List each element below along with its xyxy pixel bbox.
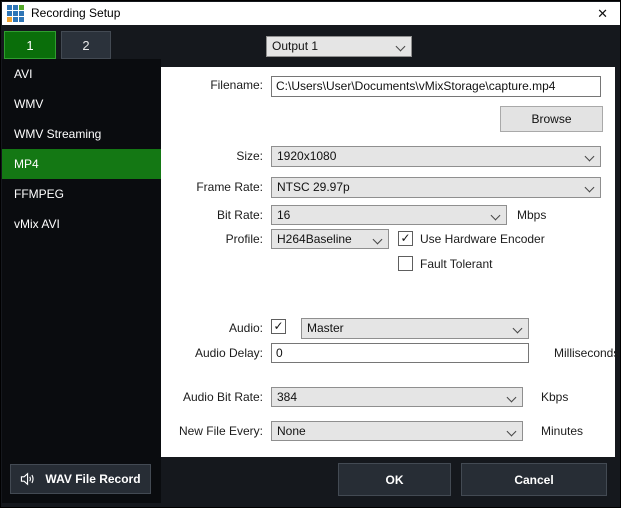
- sidebar-item-wmv[interactable]: WMV: [2, 89, 161, 119]
- frame-rate-select-value: NTSC 29.97p: [277, 180, 350, 194]
- filename-input[interactable]: C:\Users\User\Documents\vMixStorage\capt…: [271, 76, 601, 97]
- audio-bit-rate-unit: Kbps: [541, 390, 568, 404]
- profile-select[interactable]: H264Baseline: [271, 229, 389, 249]
- profile-select-value: H264Baseline: [277, 232, 352, 246]
- audio-checkbox[interactable]: ✓: [271, 319, 286, 334]
- title-bar: Recording Setup ✕: [2, 2, 621, 25]
- format-sidebar: AVIWMVWMV StreamingMP4FFMPEGvMix AVI: [2, 59, 161, 503]
- sidebar-item-wmv-streaming[interactable]: WMV Streaming: [2, 119, 161, 149]
- size-select[interactable]: 1920x1080: [271, 146, 601, 167]
- audio-bit-rate-select[interactable]: 384: [271, 387, 523, 407]
- output-select[interactable]: Output 1: [266, 36, 412, 57]
- vmix-logo-icon: [7, 5, 24, 22]
- audio-bit-rate-label: Audio Bit Rate:: [161, 390, 263, 404]
- use-hardware-encoder-checkbox[interactable]: ✓: [398, 231, 413, 246]
- audio-label: Audio:: [161, 321, 263, 335]
- new-file-every-label: New File Every:: [161, 424, 263, 438]
- chevron-down-icon: [491, 211, 501, 221]
- size-select-value: 1920x1080: [277, 149, 336, 163]
- output-select-value: Output 1: [272, 39, 318, 53]
- close-icon[interactable]: ✕: [597, 5, 608, 22]
- audio-delay-input[interactable]: 0: [271, 343, 529, 363]
- sidebar-item-avi[interactable]: AVI: [2, 59, 161, 89]
- recording-setup-dialog: Recording Setup ✕ 1 2 Output 1 AVIWMVWMV…: [0, 0, 621, 508]
- chevron-down-icon: [373, 235, 383, 245]
- chevron-down-icon: [396, 42, 406, 52]
- new-file-every-select-value: None: [277, 424, 306, 438]
- frame-rate-select[interactable]: NTSC 29.97p: [271, 177, 601, 198]
- tab-output-2[interactable]: 2: [61, 31, 111, 59]
- size-label: Size:: [161, 149, 263, 163]
- speaker-icon: [20, 472, 36, 486]
- new-file-every-select[interactable]: None: [271, 421, 523, 441]
- fault-tolerant-checkbox[interactable]: [398, 256, 413, 271]
- bit-rate-select-value: 16: [277, 208, 290, 222]
- audio-bus-select[interactable]: Master: [301, 318, 529, 339]
- fault-tolerant-label: Fault Tolerant: [420, 257, 493, 271]
- bit-rate-label: Bit Rate:: [161, 208, 263, 222]
- chevron-down-icon: [585, 152, 595, 162]
- browse-button[interactable]: Browse: [500, 106, 603, 132]
- audio-bus-select-value: Master: [307, 321, 344, 335]
- audio-delay-unit: Milliseconds: [554, 346, 619, 360]
- bit-rate-unit: Mbps: [517, 208, 546, 222]
- chevron-down-icon: [507, 393, 517, 403]
- dialog-title: Recording Setup: [31, 6, 120, 20]
- sidebar-item-mp4[interactable]: MP4: [2, 149, 161, 179]
- bit-rate-select[interactable]: 16: [271, 205, 507, 225]
- settings-panel: Filename: C:\Users\User\Documents\vMixSt…: [161, 67, 615, 457]
- ok-button[interactable]: OK: [338, 463, 451, 496]
- sidebar-item-ffmpeg[interactable]: FFMPEG: [2, 179, 161, 209]
- audio-delay-label: Audio Delay:: [161, 346, 263, 360]
- wav-file-record-button[interactable]: WAV File Record: [10, 464, 151, 494]
- profile-label: Profile:: [161, 232, 263, 246]
- frame-rate-label: Frame Rate:: [161, 180, 263, 194]
- cancel-button[interactable]: Cancel: [461, 463, 607, 496]
- chevron-down-icon: [585, 183, 595, 193]
- chevron-down-icon: [513, 324, 523, 334]
- chevron-down-icon: [507, 427, 517, 437]
- sidebar-item-vmix-avi[interactable]: vMix AVI: [2, 209, 161, 239]
- filename-label: Filename:: [161, 78, 263, 92]
- new-file-every-unit: Minutes: [541, 424, 583, 438]
- use-hardware-encoder-label: Use Hardware Encoder: [420, 232, 545, 246]
- audio-bit-rate-select-value: 384: [277, 390, 297, 404]
- wav-file-record-label: WAV File Record: [45, 472, 140, 486]
- tab-output-1[interactable]: 1: [4, 31, 56, 59]
